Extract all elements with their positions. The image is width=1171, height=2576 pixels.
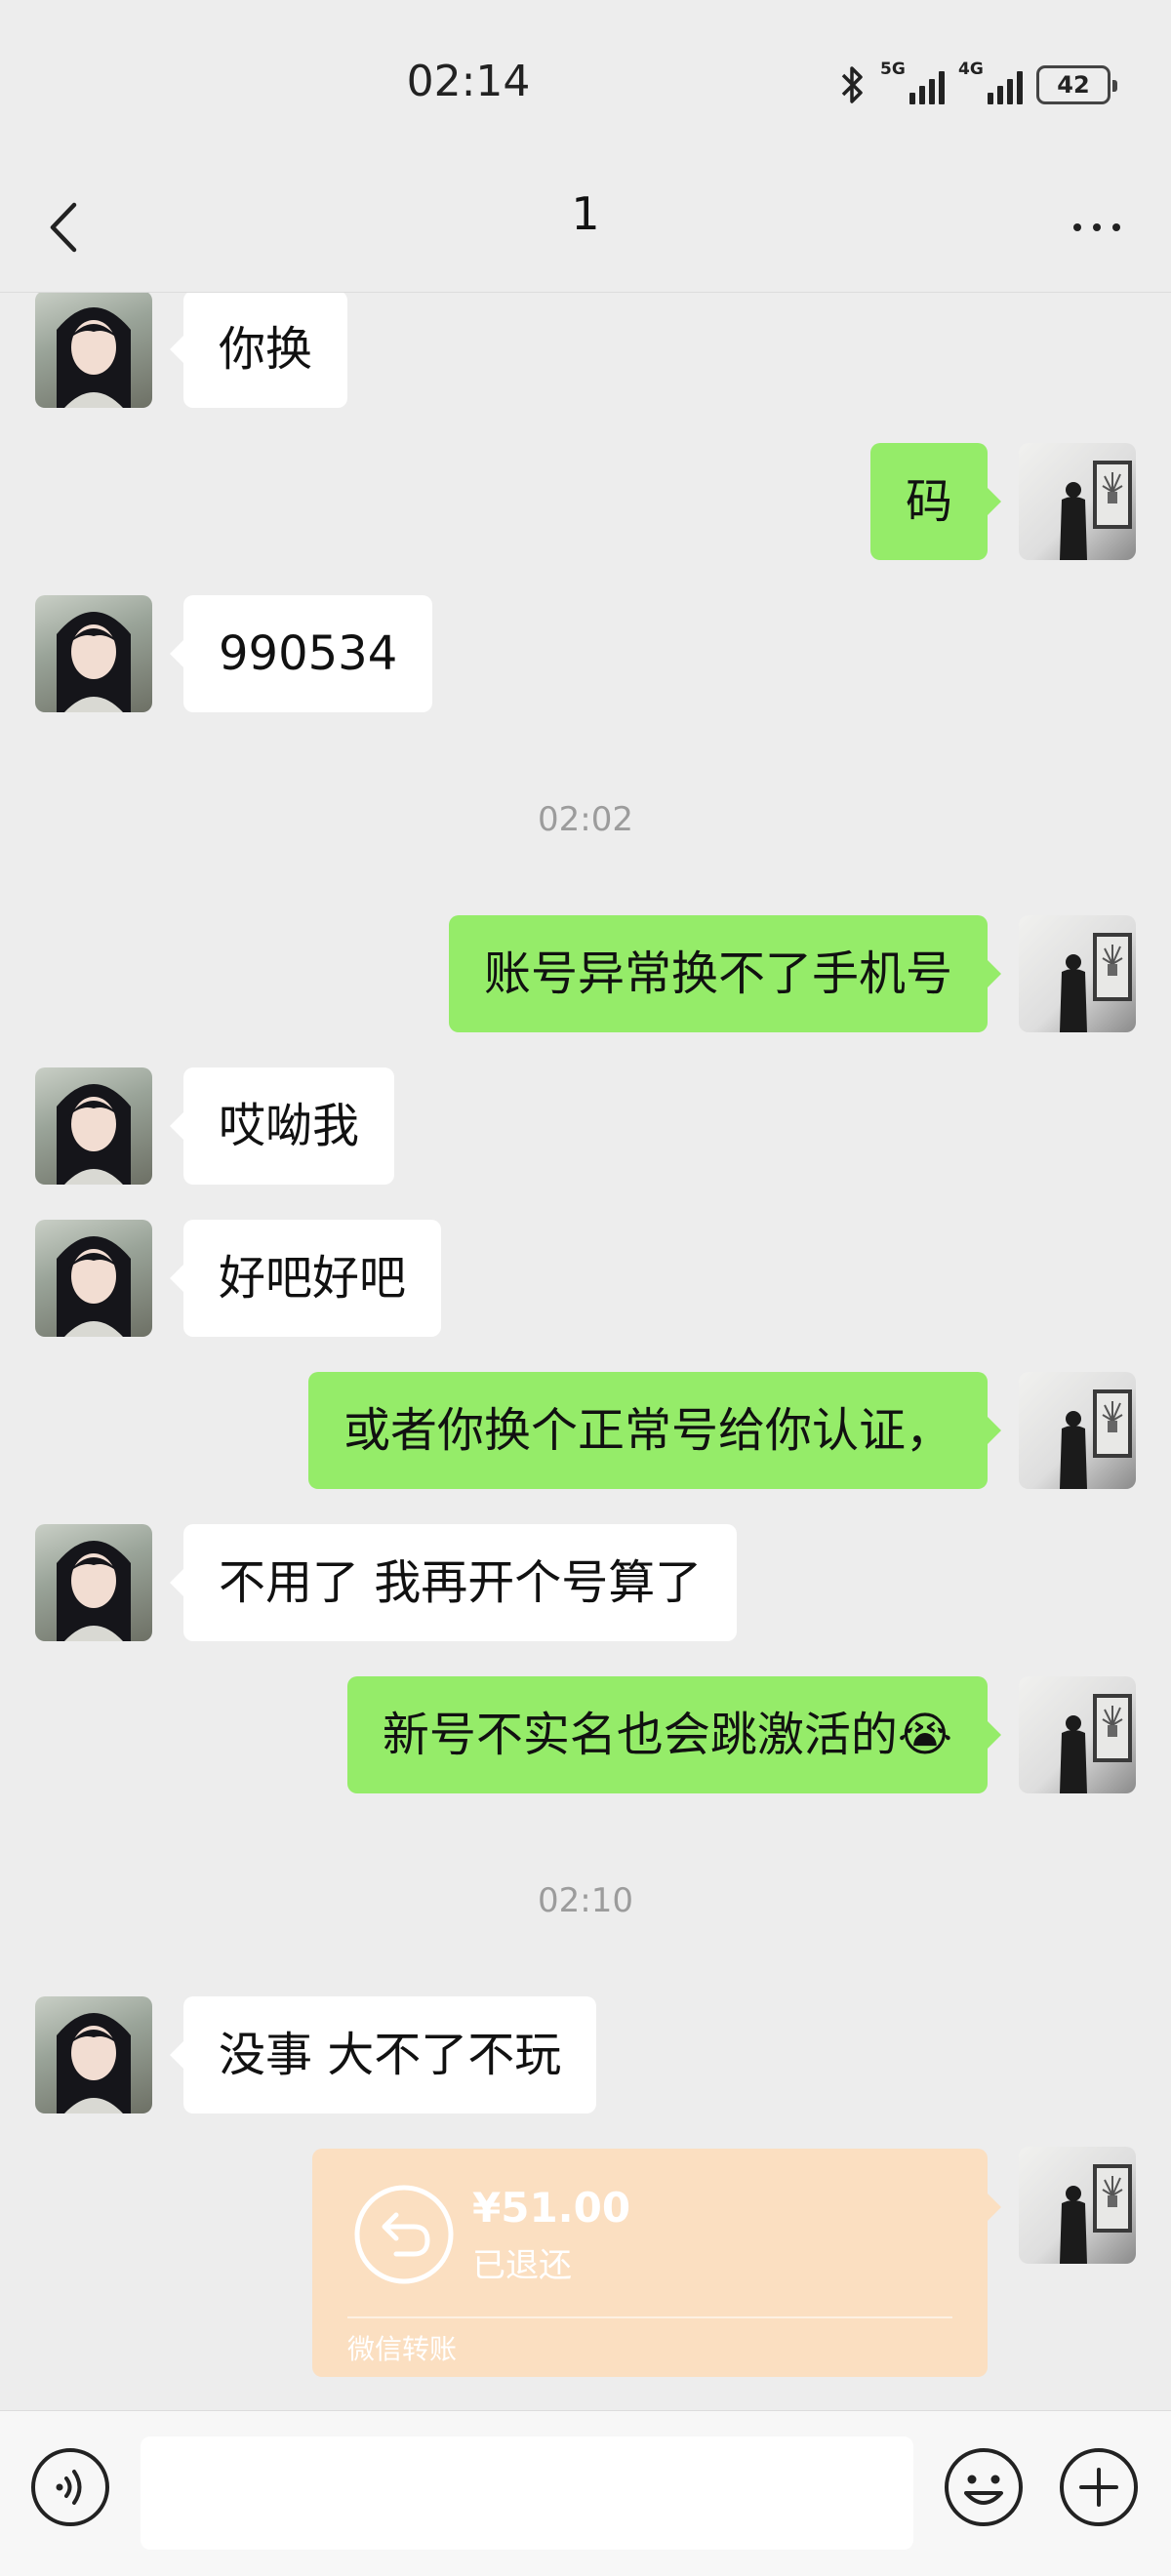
transfer-divider <box>347 2316 952 2318</box>
sent-message-bubble[interactable]: 账号异常换不了手机号 <box>448 915 1002 1032</box>
message-row: 码 <box>0 443 1171 560</box>
chevron-left-icon <box>50 202 77 253</box>
message-row: ¥51.00 已退还 微信转账 <box>0 2147 1171 2381</box>
message-row: 哎呦我 <box>0 1067 1171 1185</box>
contact-avatar[interactable] <box>35 595 152 712</box>
message-row: 新号不实名也会跳激活的😭 <box>0 1676 1171 1793</box>
sent-message-bubble[interactable]: 新号不实名也会跳激活的😭 <box>346 1676 1002 1793</box>
return-arrow-icon <box>354 2185 454 2284</box>
boy-avatar-image <box>1060 2164 1132 2264</box>
boy-avatar-image <box>1060 1694 1132 1793</box>
message-timestamp: 02:02 <box>538 800 633 839</box>
user-avatar[interactable] <box>1019 443 1136 560</box>
transfer-amount: ¥51.00 <box>472 2184 631 2232</box>
sent-message-bubble[interactable]: 码 <box>869 443 1002 560</box>
contact-avatar[interactable] <box>35 1220 152 1337</box>
sent-message-bubble[interactable]: 或者你换个正常号给你认证， <box>307 1372 1002 1489</box>
voice-button[interactable] <box>29 2446 111 2528</box>
received-message-bubble[interactable]: 不用了 我再开个号算了 <box>169 1524 738 1641</box>
message-row: 账号异常换不了手机号 <box>0 915 1171 1032</box>
more-options-button[interactable] <box>1058 195 1136 260</box>
girl-avatar-image <box>57 1084 131 1185</box>
received-message-bubble[interactable]: 哎呦我 <box>169 1067 395 1185</box>
status-time: 02:14 <box>406 57 531 106</box>
boy-avatar-image <box>1060 1389 1132 1489</box>
battery-icon: 42 <box>1036 65 1117 104</box>
message-row: 不用了 我再开个号算了 <box>0 1524 1171 1641</box>
input-bar <box>0 2410 1171 2576</box>
voice-icon <box>31 2448 109 2526</box>
network-type-label: 5G <box>880 60 906 79</box>
more-functions-button[interactable] <box>1058 2446 1140 2528</box>
more-dots-icon <box>1073 223 1081 231</box>
contact-avatar[interactable] <box>35 1067 152 1185</box>
message-timestamp: 02:10 <box>538 1881 633 1920</box>
message-input[interactable] <box>141 2436 913 2550</box>
chat-header: 1 <box>0 166 1171 293</box>
chat-title: 1 <box>571 187 600 240</box>
message-row: 你换 <box>0 293 1171 408</box>
received-message-bubble[interactable]: 990534 <box>169 595 433 712</box>
girl-avatar-image <box>57 307 131 408</box>
user-avatar[interactable] <box>1019 1676 1136 1793</box>
message-list[interactable]: 你换 码 990534 02:02 账号异常换不了手机号 哎呦我 好吧好吧 或者… <box>0 293 1171 2410</box>
contact-avatar[interactable] <box>35 1524 152 1641</box>
back-button[interactable] <box>39 193 98 262</box>
contact-avatar[interactable] <box>35 293 152 408</box>
received-message-bubble[interactable]: 好吧好吧 <box>169 1220 442 1337</box>
plus-icon <box>1060 2448 1138 2526</box>
network-type-label: 4G <box>958 60 984 79</box>
status-icons: 5G 4G 42 <box>839 60 1117 109</box>
boy-avatar-image <box>1060 461 1132 560</box>
boy-avatar-image <box>1060 933 1132 1032</box>
emoji-button[interactable] <box>943 2446 1025 2528</box>
contact-avatar[interactable] <box>35 1996 152 2113</box>
received-message-bubble[interactable]: 你换 <box>169 293 348 408</box>
chat-screen: 02:14 5G 4G 42 1 你换 码 990534 02:02 账号异常换… <box>0 0 1171 2576</box>
user-avatar[interactable] <box>1019 1372 1136 1489</box>
battery-level: 42 <box>1057 71 1090 99</box>
received-message-bubble[interactable]: 没事 大不了不玩 <box>169 1996 597 2113</box>
signal-5g-icon: 5G <box>880 60 945 104</box>
signal-4g-icon: 4G <box>958 60 1023 104</box>
transfer-label: 微信转账 <box>347 2333 458 2365</box>
girl-avatar-image <box>57 612 131 712</box>
emoji-icon <box>945 2448 1023 2526</box>
girl-avatar-image <box>57 1541 131 1641</box>
transfer-card[interactable]: ¥51.00 已退还 微信转账 <box>312 2149 1001 2377</box>
bluetooth-icon <box>841 66 863 103</box>
transfer-status: 已退还 <box>472 2246 572 2285</box>
message-row: 990534 <box>0 595 1171 712</box>
status-bar: 02:14 5G 4G 42 <box>0 0 1171 166</box>
girl-avatar-image <box>57 1236 131 1337</box>
user-avatar[interactable] <box>1019 2147 1136 2264</box>
girl-avatar-image <box>57 2013 131 2113</box>
message-row: 好吧好吧 <box>0 1220 1171 1337</box>
message-row: 或者你换个正常号给你认证， <box>0 1372 1171 1489</box>
user-avatar[interactable] <box>1019 915 1136 1032</box>
message-row: 没事 大不了不玩 <box>0 1996 1171 2113</box>
